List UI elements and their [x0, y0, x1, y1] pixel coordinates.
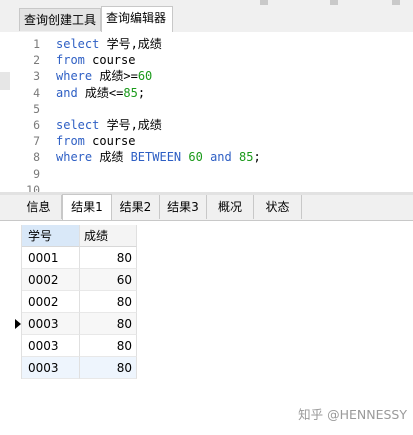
- sql-number: 60: [137, 69, 153, 84]
- sql-keyword: and: [56, 85, 78, 100]
- tab-profile[interactable]: 概况: [207, 195, 254, 219]
- tab-label: 概况: [217, 200, 242, 214]
- sql-text: 成绩>=: [92, 69, 138, 84]
- tab-label: 查询创建工具: [24, 13, 97, 27]
- sql-text: ;: [253, 150, 261, 165]
- tab-label: 结果2: [119, 200, 152, 214]
- tab-query-builder[interactable]: 查询创建工具: [19, 8, 101, 31]
- sql-text: course: [84, 134, 136, 149]
- grid-corner: [0, 225, 22, 247]
- sql-number: 85: [123, 85, 138, 100]
- sql-editor[interactable]: 1 select 学号,成绩 2 from course 3 where 成绩>=60 4 a…: [0, 32, 413, 197]
- cell-score[interactable]: 60: [80, 269, 137, 291]
- line-number: 7: [33, 134, 40, 149]
- sql-keyword: where: [56, 69, 93, 84]
- line-number: 4: [33, 85, 40, 100]
- sql-keyword: select: [56, 118, 100, 132]
- row-selector[interactable]: [0, 291, 22, 313]
- tab-label: 信息: [26, 200, 51, 214]
- tab-label: 结果1: [71, 200, 103, 214]
- tab-label: 状态: [265, 200, 290, 214]
- sql-keyword: from: [56, 134, 85, 149]
- sql-text: 学号,成绩: [99, 118, 162, 132]
- row-selector[interactable]: [0, 357, 22, 379]
- tab-info[interactable]: 信息: [16, 195, 62, 219]
- editor-tab-bar: 查询创建工具 查询编辑器: [0, 0, 413, 33]
- line-number: 2: [33, 53, 40, 68]
- sql-keyword: BETWEEN: [130, 150, 182, 165]
- tab-label: 查询编辑器: [106, 11, 167, 25]
- code-line: where 成绩 BETWEEN 60 and 85;: [56, 149, 261, 165]
- row-selector[interactable]: [0, 247, 22, 269]
- sql-keyword: where: [56, 150, 93, 165]
- line-number: 8: [33, 150, 40, 165]
- cell-score[interactable]: 80: [80, 247, 137, 269]
- code-line: from course: [56, 52, 135, 68]
- sql-keyword: from: [56, 53, 85, 68]
- tab-label: 结果3: [167, 200, 199, 214]
- cell-score[interactable]: 80: [80, 357, 137, 379]
- current-row-caret-icon: [15, 319, 21, 329]
- cell-score[interactable]: 80: [80, 313, 137, 335]
- cell-student-id[interactable]: 0003: [22, 313, 80, 335]
- column-header-student-id[interactable]: 学号: [22, 225, 80, 247]
- code-line: from course: [56, 133, 135, 149]
- column-header-score[interactable]: 成绩: [80, 225, 137, 247]
- code-line: select 学号,成绩: [56, 36, 162, 52]
- cell-student-id[interactable]: 0001: [22, 247, 80, 269]
- line-number: 6: [33, 118, 40, 132]
- tab-status[interactable]: 状态: [254, 195, 302, 219]
- line-number: 5: [33, 101, 40, 116]
- column-header-label: 成绩: [84, 229, 109, 243]
- tab-result-1[interactable]: 结果1: [62, 194, 112, 220]
- code-line: where 成绩>=60: [56, 68, 152, 84]
- cell-score[interactable]: 80: [80, 291, 137, 313]
- tab-query-editor[interactable]: 查询编辑器: [101, 6, 173, 32]
- cell-student-id[interactable]: 0003: [22, 335, 80, 357]
- row-selector[interactable]: [0, 335, 22, 357]
- gutter-marker: [0, 72, 10, 90]
- cell-student-id[interactable]: 0002: [22, 291, 80, 313]
- line-number: 1: [33, 37, 40, 51]
- code-line: select 学号,成绩: [56, 117, 162, 133]
- row-selector[interactable]: [0, 269, 22, 291]
- toolbar-mark: [392, 0, 400, 5]
- line-number: 3: [33, 69, 40, 84]
- toolbar-mark: [330, 0, 338, 5]
- watermark: 知乎 @HENNESSY: [298, 407, 407, 422]
- toolbar-mark: [260, 0, 268, 5]
- code-line: and 成绩<=85;: [56, 85, 145, 101]
- sql-text: 成绩<=: [77, 85, 124, 100]
- column-header-label: 学号: [28, 229, 53, 243]
- cell-student-id[interactable]: 0002: [22, 269, 80, 291]
- sql-text: course: [84, 53, 136, 68]
- result-tab-bar: 信息 结果1 结果2 结果3 概况 状态: [0, 194, 413, 221]
- sql-text: 成绩: [92, 150, 131, 165]
- sql-number: 85: [239, 150, 254, 165]
- sql-keyword: and: [210, 150, 232, 165]
- cell-student-id[interactable]: 0003: [22, 357, 80, 379]
- tab-result-3[interactable]: 结果3: [160, 195, 207, 219]
- line-number: 9: [33, 166, 40, 181]
- sql-text: 学号,成绩: [99, 37, 162, 51]
- tab-result-2[interactable]: 结果2: [112, 195, 160, 219]
- sql-text: ;: [137, 85, 146, 100]
- sql-number: 60: [188, 150, 203, 165]
- cell-score[interactable]: 80: [80, 335, 137, 357]
- sql-keyword: select: [56, 37, 100, 51]
- row-selector[interactable]: [0, 313, 22, 335]
